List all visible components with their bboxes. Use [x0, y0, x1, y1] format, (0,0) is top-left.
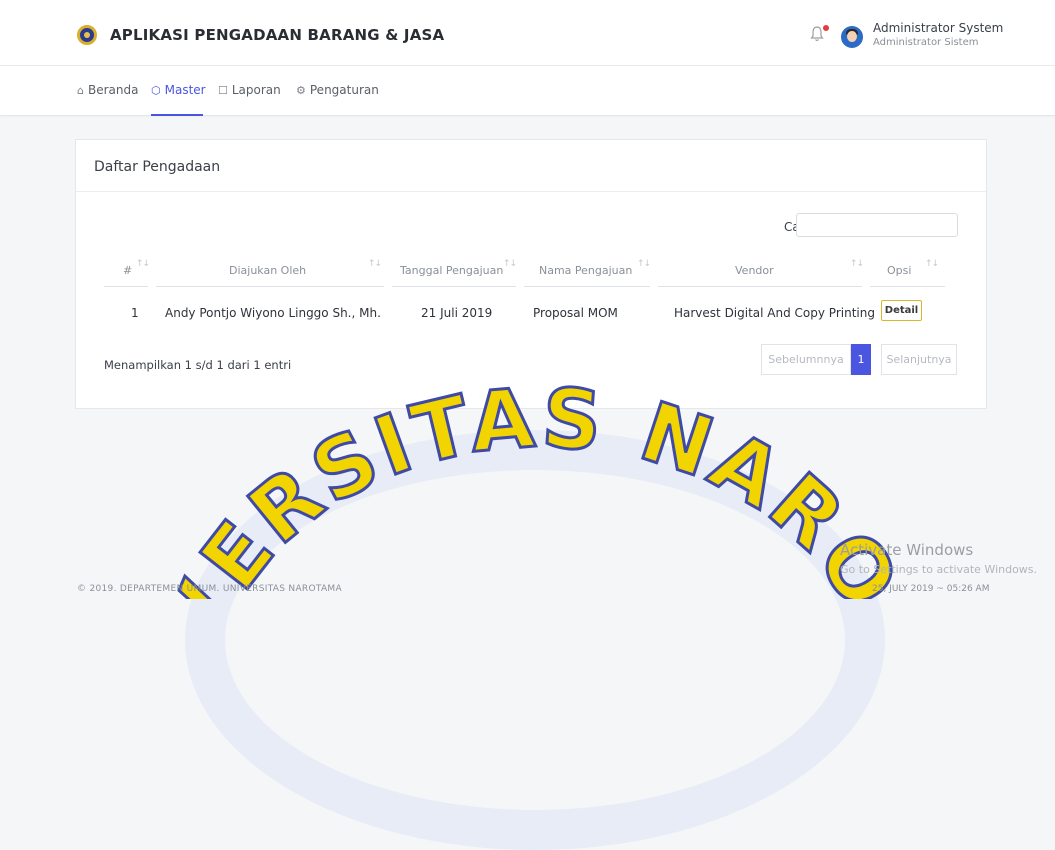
user-role: Administrator Sistem: [873, 37, 979, 48]
cell-vendor: Harvest Digital And Copy Printing: [674, 306, 875, 320]
user-name[interactable]: Administrator System: [873, 21, 1003, 35]
footer-datetime: 25, JULY 2019 ~ 05:26 AM: [872, 584, 990, 594]
detail-button[interactable]: Detail: [881, 300, 922, 321]
nav-item-beranda[interactable]: ⌂ Beranda: [77, 83, 138, 97]
notification-dot: [823, 25, 829, 31]
procurement-list-card: Daftar Pengadaan Cari # ↑↓ Diajukan Oleh…: [75, 139, 987, 409]
bell-icon-glyph: [810, 26, 824, 42]
sort-icon[interactable]: ↑↓: [136, 259, 150, 269]
gear-icon: ⚙: [296, 84, 306, 97]
cell-number: 1: [131, 306, 139, 320]
header-divider: [658, 286, 862, 287]
avatar[interactable]: [841, 26, 863, 48]
nav-item-master[interactable]: ⬡ Master: [151, 83, 206, 97]
cube-icon: ⬡: [151, 84, 161, 97]
search-input[interactable]: [796, 213, 958, 237]
university-watermark: [185, 430, 885, 850]
sort-icon[interactable]: ↑↓: [850, 259, 864, 269]
home-icon: ⌂: [77, 84, 84, 97]
university-logo: [77, 25, 97, 45]
header-divider: [870, 286, 945, 287]
main-nav: ⌂ Beranda ⬡ Master ☐ Laporan ⚙ Pengaturan: [0, 66, 1055, 116]
cell-date: 21 Juli 2019: [421, 306, 493, 320]
top-bar: APLIKASI PENGADAAN BARANG & JASA Adminis…: [0, 0, 1055, 66]
sort-icon[interactable]: ↑↓: [368, 259, 382, 269]
header-divider: [156, 286, 384, 287]
avatar-face: [847, 31, 857, 42]
column-header-number[interactable]: #: [123, 264, 132, 277]
column-header-date[interactable]: Tanggal Pengajuan: [400, 264, 503, 277]
nav-label-beranda: Beranda: [87, 83, 139, 97]
pagination-next-button[interactable]: Selanjutnya: [881, 344, 957, 375]
nav-label-laporan: Laporan: [231, 83, 281, 97]
card-title: Daftar Pengadaan: [94, 159, 221, 175]
column-header-options[interactable]: Opsi: [887, 264, 911, 277]
sort-icon[interactable]: ↑↓: [503, 259, 517, 269]
footer-copyright: © 2019. DEPARTEMEN UMUM. UNIVERSITAS NAR…: [77, 584, 342, 594]
document-icon: ☐: [218, 84, 228, 97]
column-header-submitted-by[interactable]: Diajukan Oleh: [229, 264, 306, 277]
cell-submitted-by: Andy Pontjo Wiyono Linggo Sh., Mh.: [165, 306, 381, 320]
column-header-name[interactable]: Nama Pengajuan: [539, 264, 632, 277]
sort-icon[interactable]: ↑↓: [925, 259, 939, 269]
sort-icon[interactable]: ↑↓: [637, 259, 651, 269]
nav-item-pengaturan[interactable]: ⚙ Pengaturan: [296, 83, 379, 97]
activate-windows-subtitle: Go to Settings to activate Windows.: [840, 563, 1038, 576]
header-divider: [104, 286, 148, 287]
pagination-page-1[interactable]: 1: [851, 344, 871, 375]
nav-active-underline: [151, 114, 203, 116]
app-title: APLIKASI PENGADAAN BARANG & JASA: [110, 26, 445, 44]
header-divider: [392, 286, 516, 287]
pagination-prev-button[interactable]: Sebelumnnya: [761, 344, 851, 375]
column-header-vendor[interactable]: Vendor: [735, 264, 774, 277]
header-divider: [524, 286, 650, 287]
nav-label-master: Master: [164, 83, 206, 97]
table-info: Menampilkan 1 s/d 1 dari 1 entri: [104, 358, 292, 372]
card-divider: [76, 191, 986, 192]
cell-name: Proposal MOM: [533, 306, 618, 320]
activate-windows-title: Activate Windows: [840, 541, 974, 559]
nav-label-pengaturan: Pengaturan: [309, 83, 379, 97]
nav-item-laporan[interactable]: ☐ Laporan: [218, 83, 281, 97]
